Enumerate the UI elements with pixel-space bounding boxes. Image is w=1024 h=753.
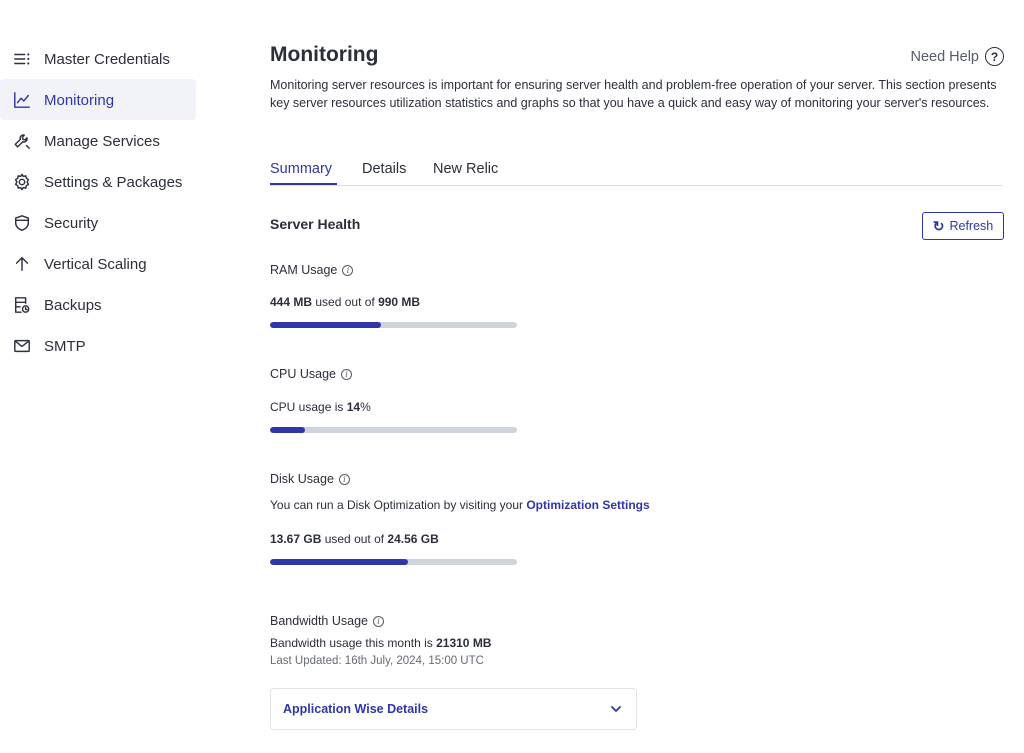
sidebar-item-settings-packages[interactable]: Settings & Packages [0, 161, 196, 202]
sidebar-item-label: Backups [44, 297, 102, 314]
sidebar-item-label: Monitoring [44, 92, 115, 109]
bandwidth-usage-text: Bandwidth usage this month is 21310 MB [270, 636, 491, 650]
ram-usage-title: RAM Usage [270, 263, 338, 277]
ram-usage-fill [270, 322, 382, 328]
page-title: Monitoring [270, 43, 379, 66]
tab-new-relic[interactable]: New Relic [433, 161, 498, 177]
disk-usage-fill [270, 559, 408, 565]
need-help-link[interactable]: Need Help ? [910, 47, 1004, 66]
cpu-usage-bar [270, 427, 517, 433]
disk-usage-text: 13.67 GB used out of 24.56 GB [270, 532, 439, 546]
chevron-down-icon [611, 706, 621, 712]
info-icon[interactable]: i [338, 473, 350, 485]
cpu-usage-suffix: % [360, 400, 371, 414]
gear-icon [12, 172, 32, 192]
disk-usage-bar [270, 559, 517, 565]
tab-summary[interactable]: Summary [270, 161, 332, 177]
disk-total-value: 24.56 GB [387, 532, 439, 546]
info-icon[interactable]: i [342, 264, 354, 276]
disk-usage-title: Disk Usage [270, 472, 334, 486]
disk-usage-label: Disk Usage i [270, 472, 350, 486]
shield-icon [12, 213, 32, 233]
refresh-label: Refresh [949, 219, 994, 233]
server-health-title: Server Health [270, 216, 361, 232]
bandwidth-usage-label: Bandwidth Usage i [270, 614, 384, 628]
bandwidth-usage-value: 21310 MB [436, 636, 492, 650]
info-icon[interactable]: i [372, 615, 384, 627]
ram-usage-middle: used out of [312, 295, 379, 309]
disk-optimization-hint: You can run a Disk Optimization by visit… [270, 498, 650, 512]
info-icon[interactable]: i [341, 368, 352, 380]
mail-icon [12, 336, 32, 356]
bandwidth-usage-prefix: Bandwidth usage this month is [270, 636, 437, 650]
disk-usage-middle: used out of [321, 532, 388, 546]
list-icon [12, 49, 32, 69]
ram-usage-label: RAM Usage i [270, 263, 354, 277]
refresh-button[interactable]: ↻ Refresh [922, 212, 1004, 240]
wrench-icon [12, 131, 32, 151]
ram-usage-bar [270, 322, 517, 328]
ram-used-value: 444 MB [270, 295, 313, 309]
cpu-usage-prefix: CPU usage is [270, 400, 347, 414]
active-tab-indicator [270, 183, 337, 185]
disk-hint-text: You can run a Disk Optimization by visit… [270, 498, 527, 512]
page-description: Monitoring server resources is important… [270, 78, 997, 110]
sidebar-item-label: Security [44, 215, 99, 232]
cpu-usage-title: CPU Usage [270, 367, 336, 381]
arrow-up-icon [12, 254, 32, 274]
disk-used-value: 13.67 GB [270, 532, 322, 546]
sidebar-item-label: Manage Services [44, 133, 160, 150]
application-wise-details-accordion[interactable]: Application Wise Details [270, 688, 637, 730]
accordion-label: Application Wise Details [283, 702, 429, 716]
cpu-usage-text: CPU usage is 14% [270, 400, 371, 414]
sidebar-item-backups[interactable]: Backups [0, 284, 196, 325]
chart-line-icon [12, 90, 32, 110]
sidebar-item-manage-services[interactable]: Manage Services [0, 120, 196, 161]
sidebar-item-security[interactable]: Security [0, 202, 196, 243]
sidebar-item-smtp[interactable]: SMTP [0, 325, 196, 366]
sidebar-item-label: Master Credentials [44, 51, 170, 68]
sidebar-item-monitoring[interactable]: Monitoring [0, 79, 196, 120]
tab-bar: Summary Details New Relic [270, 158, 1002, 186]
ram-usage-text: 444 MB used out of 990 MB [270, 295, 420, 309]
question-circle-icon: ? [985, 47, 1004, 66]
tab-details[interactable]: Details [362, 161, 406, 177]
bandwidth-usage-title: Bandwidth Usage [270, 614, 368, 628]
cpu-usage-value: 14 [346, 400, 361, 414]
sidebar-item-label: Settings & Packages [44, 174, 183, 191]
ram-total-value: 990 MB [378, 295, 421, 309]
cpu-usage-label: CPU Usage i [270, 367, 352, 381]
sidebar-item-master-credentials[interactable]: Master Credentials [0, 38, 196, 79]
backup-icon [12, 295, 32, 315]
bandwidth-last-updated: Last Updated: 16th July, 2024, 15:00 UTC [270, 655, 484, 667]
sidebar-item-label: Vertical Scaling [44, 256, 147, 273]
optimization-settings-link[interactable]: Optimization Settings [526, 498, 649, 512]
cpu-usage-fill [270, 427, 305, 433]
sidebar-item-vertical-scaling[interactable]: Vertical Scaling [0, 243, 196, 284]
need-help-label: Need Help [910, 48, 979, 65]
sidebar-item-label: SMTP [44, 338, 86, 355]
refresh-icon: ↻ [932, 217, 945, 234]
